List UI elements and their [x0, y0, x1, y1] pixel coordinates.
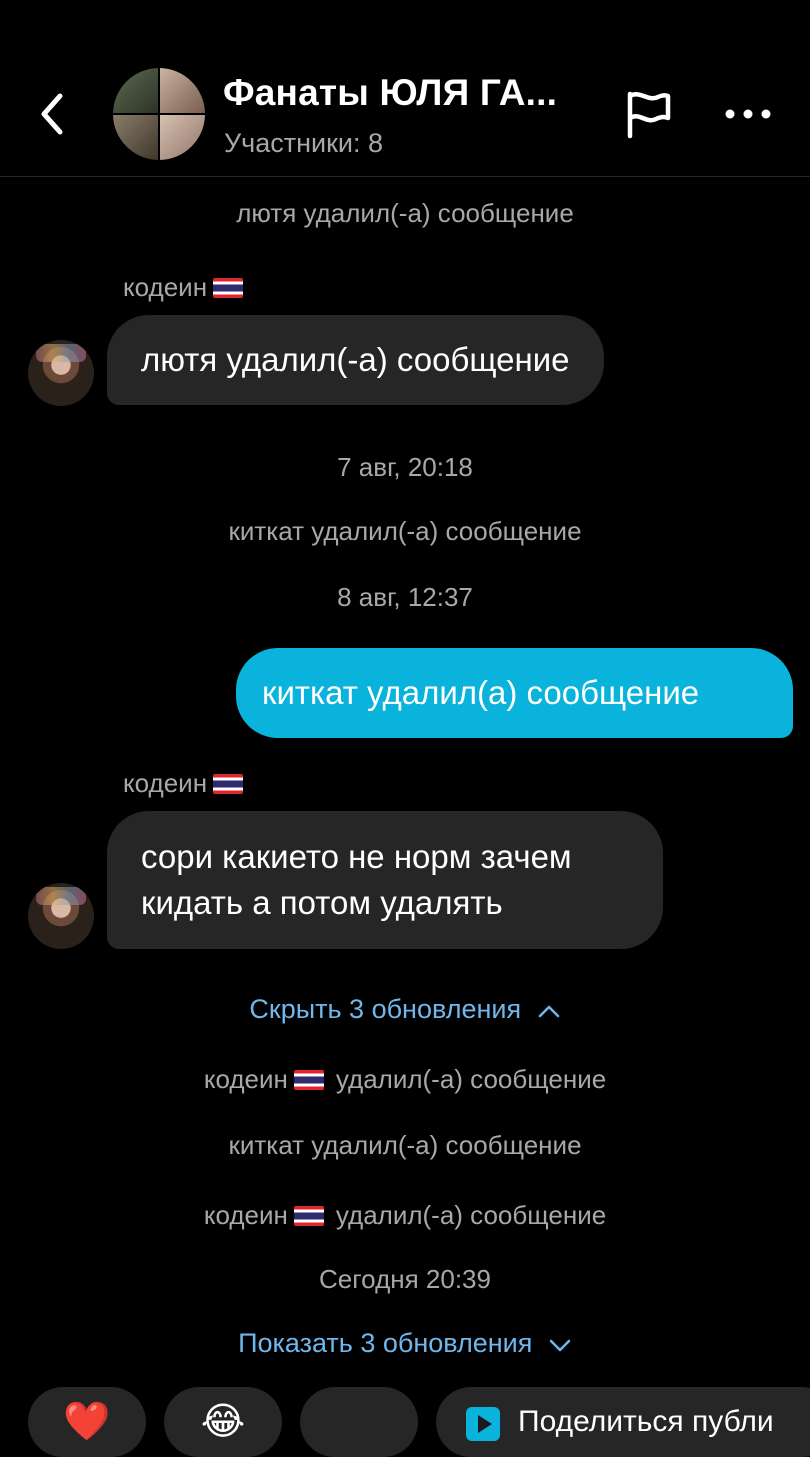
- hide-updates-link[interactable]: Скрыть 3 обновления: [0, 994, 810, 1025]
- hide-updates-label: Скрыть 3 обновления: [249, 994, 522, 1024]
- play-icon: [466, 1407, 500, 1441]
- message-text-line: кидать а потом удалять: [141, 884, 503, 921]
- thai-flag-icon: [213, 774, 244, 794]
- update-text: удалил(-а) сообщение: [335, 1064, 607, 1094]
- thai-flag-icon: [213, 278, 244, 298]
- flag-icon[interactable]: [622, 88, 674, 140]
- laugh-emoji-icon: 😂: [200, 1401, 246, 1443]
- outgoing-message-bubble[interactable]: киткат удалил(а) сообщение: [236, 648, 793, 738]
- more-icon[interactable]: [722, 96, 774, 132]
- update-line: киткат удалил(-а) сообщение: [228, 1130, 582, 1160]
- timestamp: 7 авг, 20:18: [337, 452, 473, 482]
- share-label: Поделиться публи: [518, 1405, 774, 1438]
- laugh-reaction-button[interactable]: 😂: [164, 1387, 282, 1457]
- update-sender: кодеин: [203, 1064, 288, 1094]
- sender-name-text: кодеин: [123, 768, 208, 798]
- heart-icon: ❤️: [63, 1401, 111, 1443]
- show-updates-label: Показать 3 обновления: [238, 1328, 533, 1358]
- chevron-up-icon: [538, 1005, 559, 1018]
- thai-flag-icon: [293, 1070, 324, 1090]
- chat-header: Фанаты ЮЛЯ ГА... Участники: 8: [0, 0, 810, 177]
- chat-title[interactable]: Фанаты ЮЛЯ ГА...: [223, 72, 557, 114]
- back-arrow-icon[interactable]: [34, 90, 74, 138]
- update-sender: кодеин: [203, 1200, 288, 1230]
- message-text-line: сори какието не норм зачем: [141, 838, 572, 875]
- message-bubble[interactable]: лютя удалил(-а) сообщение: [107, 315, 604, 405]
- update-text: удалил(-а) сообщение: [335, 1200, 607, 1230]
- update-line: кодеин удалил(-а) сообщение: [0, 1200, 810, 1231]
- sender-name: кодеин: [123, 272, 244, 303]
- sender-name-text: кодеин: [123, 272, 208, 302]
- system-message: лютя удалил(-а) сообщение: [236, 198, 574, 228]
- timestamp: 8 авг, 12:37: [337, 582, 473, 612]
- message-text: киткат удалил(а) сообщение: [262, 674, 700, 711]
- share-public-button[interactable]: Поделиться публи: [436, 1387, 810, 1457]
- group-avatar[interactable]: [113, 68, 205, 160]
- avatar[interactable]: [28, 883, 94, 949]
- timestamp: Сегодня 20:39: [319, 1264, 491, 1294]
- members-count[interactable]: Участники: 8: [224, 128, 383, 159]
- message-text: лютя удалил(-а) сообщение: [141, 341, 570, 378]
- heart-reaction-button[interactable]: ❤️: [28, 1387, 146, 1457]
- empty-reaction-button[interactable]: [300, 1387, 418, 1457]
- chevron-down-icon: [549, 1339, 571, 1352]
- thai-flag-icon: [293, 1206, 324, 1226]
- system-message: киткат удалил(-а) сообщение: [228, 516, 582, 546]
- show-updates-link[interactable]: Показать 3 обновления: [0, 1328, 810, 1359]
- update-line: кодеин удалил(-а) сообщение: [0, 1064, 810, 1095]
- sender-name: кодеин: [123, 768, 244, 799]
- avatar[interactable]: [28, 340, 94, 406]
- message-bubble[interactable]: сори какието не норм зачем кидать а пото…: [107, 811, 663, 949]
